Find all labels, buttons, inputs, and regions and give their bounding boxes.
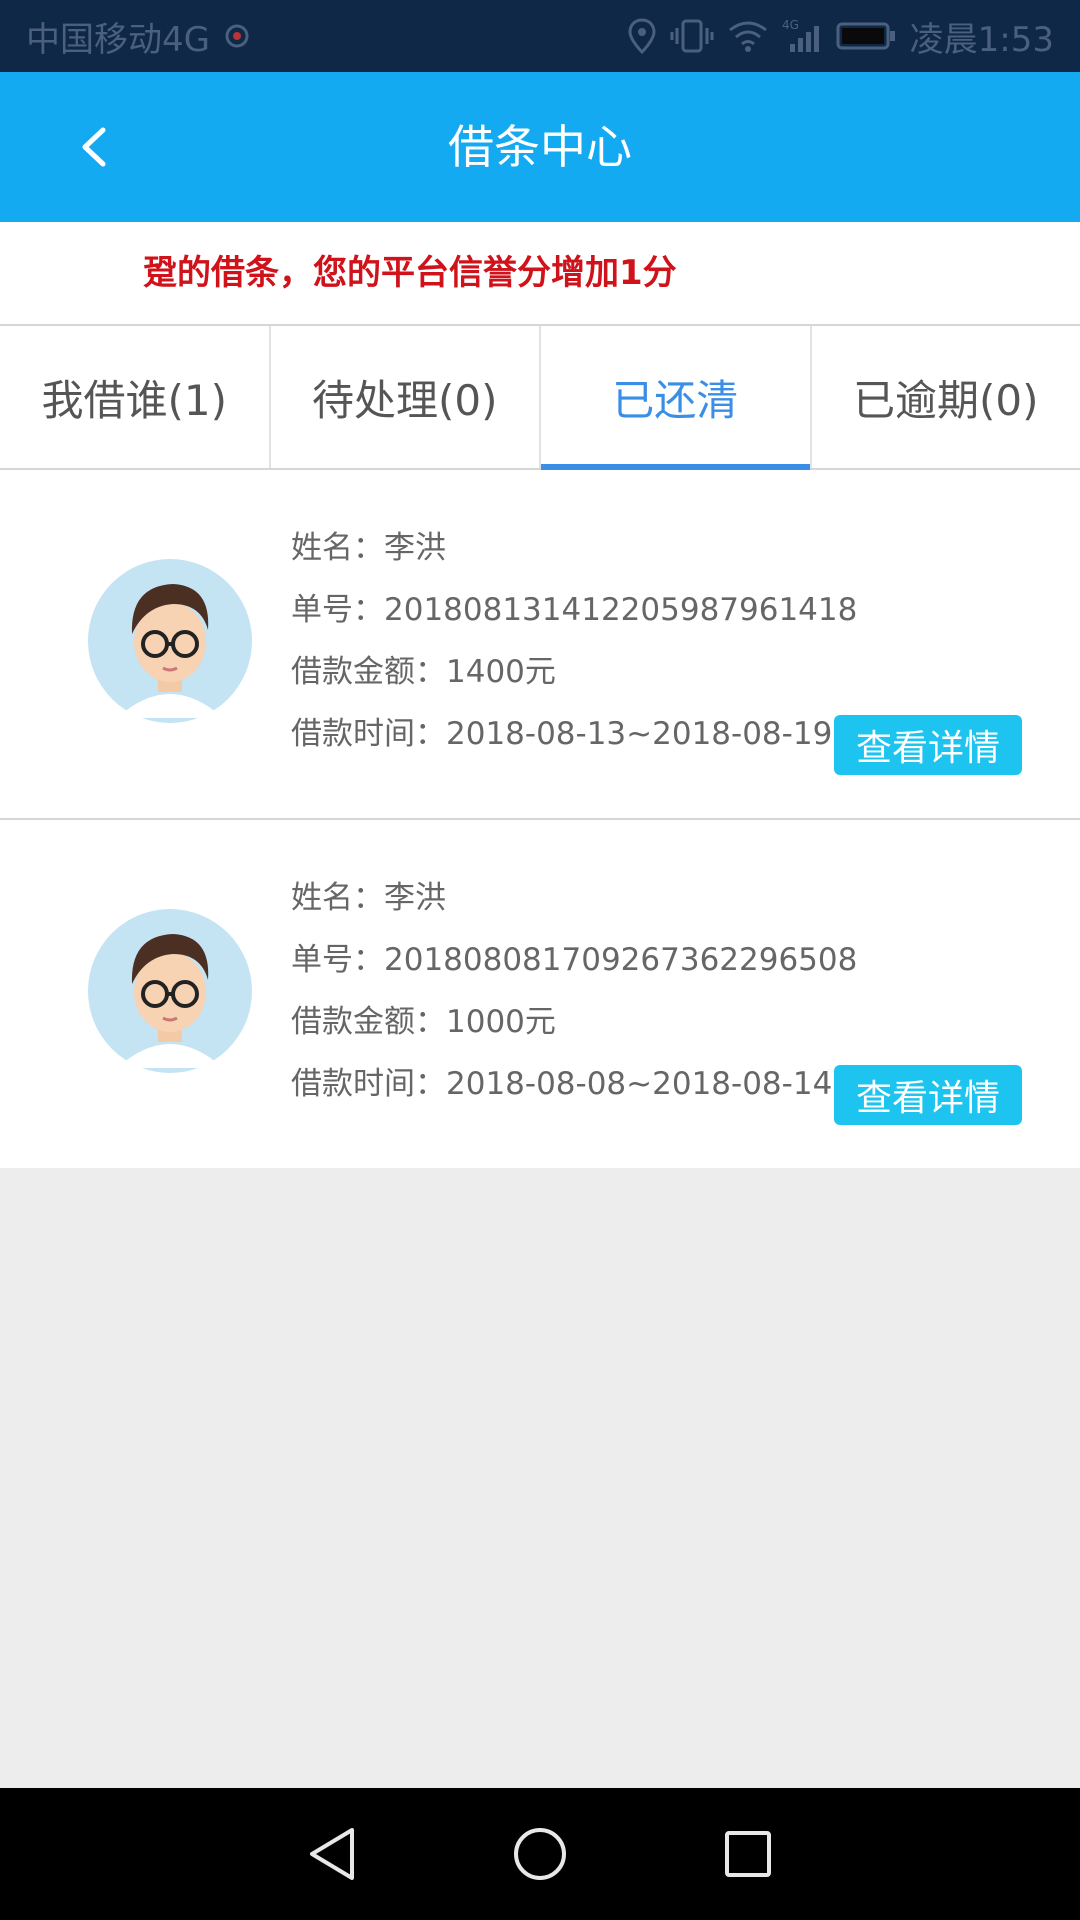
notification-icon xyxy=(224,23,250,49)
name-row: 姓名：李洪 xyxy=(291,517,857,579)
system-nav-bar xyxy=(0,1788,1080,1920)
back-button[interactable] xyxy=(62,115,126,179)
tab-i-borrowed[interactable]: 我借谁(1) xyxy=(0,326,271,468)
amount-row: 借款金额：1000元 xyxy=(291,991,857,1053)
time-label: 借款时间： xyxy=(291,1066,446,1102)
avatar xyxy=(87,908,253,1074)
time-row: 借款时间：2018-08-13~2018-08-19 xyxy=(291,703,857,765)
back-triangle-icon xyxy=(310,1828,354,1880)
loan-amount: 1000元 xyxy=(446,1004,556,1040)
wifi-icon xyxy=(728,20,768,52)
status-right: 4G 凌晨1:53 xyxy=(628,12,1054,61)
borrower-name: 李洪 xyxy=(384,880,446,916)
chevron-left-icon xyxy=(82,127,106,167)
tab-label: 已逾期(0) xyxy=(853,375,1039,425)
notice-banner: 跫的借条，您的平台信誉分增加1分 xyxy=(0,222,1080,326)
loan-card: 姓名：李洪 单号：20180813141220598796141​8 借款金额：… xyxy=(0,470,1080,820)
status-left: 中国移动4G xyxy=(26,12,250,61)
order-number: 20180813141220598796141​8 xyxy=(384,592,858,628)
recents-square-icon xyxy=(725,1831,771,1877)
signal-icon: 4G xyxy=(782,18,822,54)
loan-time: 2018-08-08~2018-08-14 xyxy=(446,1066,833,1102)
loan-card: 姓名：李洪 单号：2018080817092673622965​08 借款金额：… xyxy=(0,820,1080,1168)
tab-bar: 我借谁(1) 待处理(0) 已还清 已逾期(0) xyxy=(0,326,1080,470)
carrier-text: 中国移动4G xyxy=(26,19,210,60)
loan-info: 姓名：李洪 单号：20180813141220598796141​8 借款金额：… xyxy=(291,517,857,765)
nav-recents-button[interactable] xyxy=(718,1824,778,1884)
borrower-name: 李洪 xyxy=(384,530,446,566)
network-type-label: 4G xyxy=(782,18,799,32)
loan-amount: 1400元 xyxy=(446,654,556,690)
loan-list: 姓名：李洪 单号：20180813141220598796141​8 借款金额：… xyxy=(0,470,1080,1168)
notice-text: 跫的借条，您的平台信誉分增加1分 xyxy=(143,253,677,293)
order-row: 单号：20180813141220598796141​8 xyxy=(291,579,857,641)
avatar xyxy=(87,558,253,724)
order-label: 单号： xyxy=(291,592,384,628)
battery-icon xyxy=(836,21,896,51)
tab-overdue[interactable]: 已逾期(0) xyxy=(812,326,1080,468)
loan-time: 2018-08-13~2018-08-19 xyxy=(446,716,833,752)
vibrate-icon xyxy=(670,18,714,54)
time-label: 借款时间： xyxy=(291,716,446,752)
location-icon xyxy=(628,18,656,54)
nav-back-button[interactable] xyxy=(302,1824,362,1884)
home-circle-icon xyxy=(514,1828,566,1880)
tab-label: 已还清 xyxy=(612,375,739,425)
nav-home-button[interactable] xyxy=(510,1824,570,1884)
page-title: 借条中心 xyxy=(448,120,632,174)
tab-pending[interactable]: 待处理(0) xyxy=(271,326,541,468)
status-bar: 中国移动4G 4G 凌晨1:53 xyxy=(0,0,1080,72)
amount-row: 借款金额：1400元 xyxy=(291,641,857,703)
name-label: 姓名： xyxy=(291,880,384,916)
app-bar: 借条中心 xyxy=(0,72,1080,222)
view-details-button[interactable]: 查看详情 xyxy=(834,1065,1022,1125)
loan-info: 姓名：李洪 单号：2018080817092673622965​08 借款金额：… xyxy=(291,867,857,1115)
order-row: 单号：2018080817092673622965​08 xyxy=(291,929,857,991)
tab-repaid[interactable]: 已还清 xyxy=(541,326,812,470)
order-number: 2018080817092673622965​08 xyxy=(384,942,858,978)
name-label: 姓名： xyxy=(291,530,384,566)
time-row: 借款时间：2018-08-08~2018-08-14 xyxy=(291,1053,857,1115)
tab-label: 待处理(0) xyxy=(312,375,498,425)
view-details-button[interactable]: 查看详情 xyxy=(834,715,1022,775)
status-time: 凌晨1:53 xyxy=(909,19,1054,60)
tab-label: 我借谁(1) xyxy=(41,375,228,425)
amount-label: 借款金额： xyxy=(291,654,446,690)
amount-label: 借款金额： xyxy=(291,1004,446,1040)
name-row: 姓名：李洪 xyxy=(291,867,857,929)
order-label: 单号： xyxy=(291,942,384,978)
